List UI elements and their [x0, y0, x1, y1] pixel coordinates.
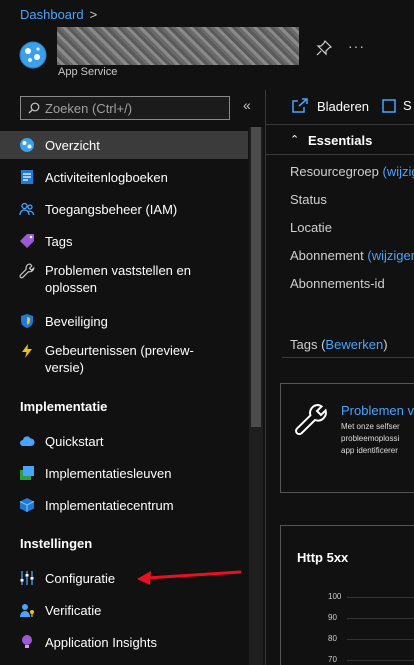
sidebar-item-label: Quickstart — [45, 434, 104, 449]
stop-label: S — [403, 98, 412, 113]
pin-icon[interactable] — [316, 40, 332, 56]
resource-group-property: Resourcegroep (wijzig — [290, 164, 414, 179]
sidebar-item-label: Configuratie — [45, 571, 116, 586]
sidebar-item-toegangsbeheer[interactable]: Toegangsbeheer (IAM) — [0, 195, 248, 223]
tags-label: Tags — [290, 337, 318, 352]
users-icon — [19, 202, 35, 216]
sidebar-item-label: Implementatiesleuven — [45, 466, 172, 481]
resource-type: App Service — [58, 66, 118, 78]
app-service-logo-icon — [19, 41, 47, 69]
diagnose-card-title[interactable]: Problemen v — [341, 403, 414, 418]
status-label: Status — [290, 192, 327, 207]
sidebar-item-tags[interactable]: Tags — [0, 227, 248, 255]
search-icon — [28, 102, 40, 114]
description-line: probleemoplossi — [341, 434, 400, 443]
globe-icon — [20, 138, 34, 152]
more-options-icon[interactable]: ··· — [348, 38, 365, 54]
wrench-icon — [295, 403, 327, 436]
gridline — [347, 660, 414, 661]
cloud-icon — [20, 436, 35, 446]
location-label: Locatie — [290, 220, 332, 235]
stop-icon — [382, 98, 396, 113]
section-instellingen: Instellingen — [20, 536, 93, 551]
sidebar-item-label: Gebeurtenissen (preview-versie) — [45, 343, 194, 375]
sidebar-item-label: Problemen vaststellen en oplossen — [45, 263, 191, 295]
essentials-title: Essentials — [308, 133, 373, 148]
sidebar-item-label: Verificatie — [45, 603, 102, 618]
sidebar-item-application-insights[interactable]: Application Insights — [0, 628, 248, 656]
sidebar-item-implementatiecentrum[interactable]: Implementatiecentrum — [0, 491, 248, 519]
sidebar-item-beveiliging[interactable]: Beveiliging — [0, 307, 248, 335]
tags-property: Tags (Bewerken) — [290, 337, 388, 352]
sidebar-item-label: Toegangsbeheer (IAM) — [45, 202, 178, 217]
sidebar-item-label: Implementatiecentrum — [45, 498, 174, 513]
chevron-up-icon: ⌃ — [290, 134, 300, 146]
search-input[interactable] — [45, 99, 225, 117]
sidebar-item-label: Application Insights — [45, 635, 158, 650]
diagnose-card-description: Met onze selfser probleemoplossi app ide… — [341, 421, 400, 457]
description-line: Met onze selfser — [341, 422, 400, 431]
lightning-icon — [22, 344, 32, 358]
subscription-label: Abonnement — [290, 248, 364, 263]
subscription-change-link[interactable]: (wijziger — [367, 248, 414, 263]
collapse-menu-button[interactable]: « — [243, 97, 251, 113]
scrollbar-thumb[interactable] — [251, 127, 261, 427]
user-key-icon — [20, 604, 34, 617]
section-implementatie: Implementatie — [20, 399, 108, 414]
bulb-icon — [22, 635, 32, 648]
redacted-resource-name — [57, 27, 299, 65]
sidebar-item-label: Activiteitenlogboeken — [45, 170, 168, 185]
sidebar-item-activiteitenlogboeken[interactable]: Activiteitenlogboeken — [0, 163, 248, 191]
breadcrumb-separator: > — [89, 7, 98, 22]
sidebar-scrollbar[interactable] — [249, 127, 263, 665]
essentials-toggle[interactable]: ⌃ Essentials — [266, 124, 414, 155]
http-5xx-chart-card[interactable]: Http 5xx 100 90 80 70 — [280, 525, 414, 665]
sliders-icon — [20, 571, 34, 585]
description-line: app identificerer — [341, 446, 398, 455]
tag-icon — [20, 234, 34, 248]
shield-icon — [21, 314, 33, 328]
essentials-divider — [282, 357, 414, 358]
sidebar-item-label: Tags — [45, 234, 73, 249]
annotation-arrow-icon — [137, 570, 242, 585]
breadcrumb: Dashboard > — [20, 7, 97, 22]
external-link-icon — [292, 98, 308, 113]
sidebar-item-implementatiesleuven[interactable]: Implementatiesleuven — [0, 459, 248, 487]
y-tick-label: 90 — [328, 613, 337, 622]
breadcrumb-dashboard-link[interactable]: Dashboard — [20, 7, 84, 22]
stop-button[interactable]: S — [382, 98, 412, 113]
gridline — [347, 597, 414, 598]
resource-group-change-link[interactable]: (wijzig — [383, 164, 414, 179]
resource-group-label: Resourcegroep — [290, 164, 379, 179]
diagnose-card[interactable]: Problemen v Met onze selfser probleemopl… — [280, 383, 414, 493]
gridline — [347, 618, 414, 619]
y-tick-label: 100 — [328, 592, 342, 601]
search-box[interactable] — [20, 96, 230, 120]
sidebar-item-problemen[interactable]: Problemen vaststellen en oplossen — [0, 259, 248, 299]
subscription-property: Abonnement (wijziger — [290, 248, 414, 263]
browse-button[interactable]: Bladeren — [291, 98, 369, 114]
browse-label: Bladeren — [317, 98, 370, 114]
tags-edit-link[interactable]: Bewerken — [325, 337, 383, 352]
subscription-id-label: Abonnements-id — [290, 276, 385, 291]
y-tick-label: 80 — [328, 634, 337, 643]
y-tick-label: 70 — [328, 655, 337, 664]
sidebar-item-label: Beveiliging — [45, 314, 108, 329]
chart-title: Http 5xx — [297, 550, 349, 565]
cube-icon — [19, 498, 35, 512]
slots-icon — [20, 466, 34, 480]
gridline — [347, 639, 414, 640]
sidebar-item-verificatie[interactable]: Verificatie — [0, 596, 248, 624]
panel-divider — [265, 90, 266, 665]
wrench-icon — [19, 263, 35, 279]
sidebar-item-overzicht[interactable]: Overzicht — [0, 131, 248, 159]
sidebar-item-quickstart[interactable]: Quickstart — [0, 427, 248, 455]
log-icon — [21, 170, 33, 184]
sidebar-item-label: Overzicht — [45, 138, 100, 153]
sidebar-item-gebeurtenissen[interactable]: Gebeurtenissen (preview-versie) — [0, 339, 248, 379]
